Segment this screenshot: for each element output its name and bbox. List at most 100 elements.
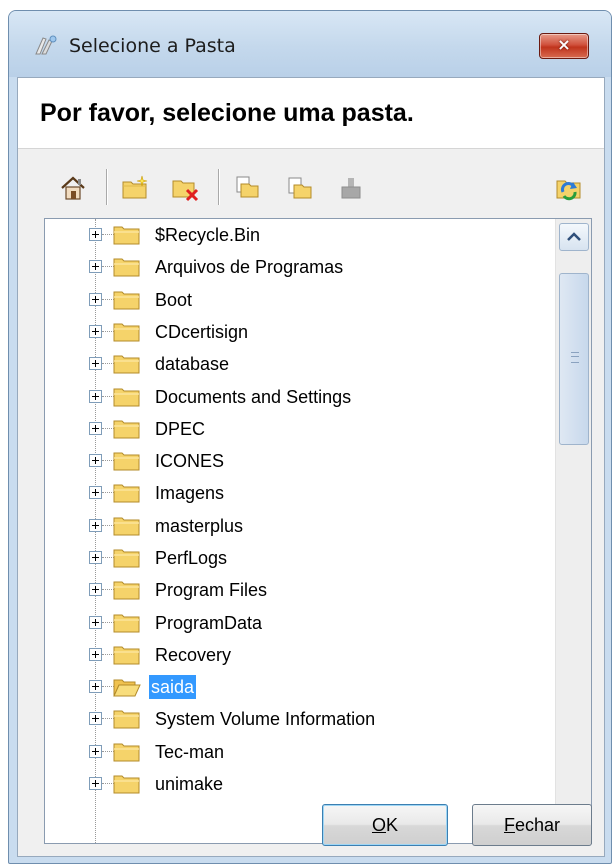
dialog-content: Por favor, selecione uma pasta. $Recycle… [17,77,605,857]
chevron-up-icon [567,232,581,241]
expand-icon[interactable] [89,583,102,596]
tree-item-label: Recovery [155,645,232,665]
scroll-thumb[interactable] [559,273,589,445]
folder-icon [113,775,140,794]
folder-icon [113,388,140,407]
tree-item[interactable]: saida [45,671,555,703]
folder-icon [113,710,140,729]
expand-icon[interactable] [89,648,102,661]
folder-icon [113,291,140,310]
tree-item-label: PerfLogs [155,548,228,568]
tree-item[interactable]: Tec-man [45,736,555,768]
close-accelerator: F [503,814,515,835]
scroll-up-button[interactable] [559,223,589,251]
ok-accelerator: O [371,814,386,835]
folder-tree[interactable]: $Recycle.Bin Arquivos de Programas Boot CDc… [44,218,592,844]
expand-icon[interactable] [89,486,102,499]
delete-folder-icon[interactable] [170,173,200,203]
expand-icon[interactable] [89,357,102,370]
tree-item[interactable]: ProgramData [45,607,555,639]
home-icon[interactable] [58,173,88,203]
tree-item-label: ProgramData [155,613,263,633]
tree-item-label: Tec-man [155,742,225,762]
tree-item[interactable]: database [45,348,555,380]
tree-item[interactable]: Boot [45,284,555,316]
tree-item-label: masterplus [155,516,244,536]
folder-icon [113,226,140,245]
disk-icon[interactable] [336,173,366,203]
tree-item[interactable]: Documents and Settings [45,381,555,413]
folder-icon [113,323,140,342]
expand-icon[interactable] [89,616,102,629]
tree-item[interactable]: DPEC [45,413,555,445]
tree-item[interactable]: Program Files [45,574,555,606]
expand-icon[interactable] [89,422,102,435]
tree-item[interactable]: ICONES [45,445,555,477]
tree-item-label: Documents and Settings [155,387,352,407]
copy-icon[interactable] [232,173,262,203]
prompt-text: Por favor, selecione uma pasta. [40,99,414,127]
tree-item[interactable]: PerfLogs [45,542,555,574]
tree-item[interactable]: $Recycle.Bin [45,219,555,251]
tree-item-label: Boot [155,290,193,310]
close-window-button[interactable]: × [539,33,589,59]
refresh-icon[interactable] [554,173,584,203]
tree-item-label: CDcertisign [155,322,249,342]
tree-item-label: Arquivos de Programas [155,257,344,277]
expand-icon[interactable] [89,293,102,306]
expand-icon[interactable] [89,680,102,693]
folder-icon [113,581,140,600]
folder-icon [113,484,140,503]
close-icon: × [557,35,571,54]
folder-tree-list: $Recycle.Bin Arquivos de Programas Boot CDc… [45,219,555,843]
toolbar [18,149,604,221]
expand-icon[interactable] [89,745,102,758]
title-bar[interactable]: Selecione a Pasta × [9,11,611,77]
expand-icon[interactable] [89,777,102,790]
tree-item[interactable]: Recovery [45,639,555,671]
tree-item[interactable]: CDcertisign [45,316,555,348]
new-folder-icon[interactable] [120,173,150,203]
scroll-grip [571,352,579,363]
vertical-scrollbar[interactable] [555,219,591,843]
folder-icon [113,452,140,471]
folder-icon [113,646,140,665]
folder-icon [113,614,140,633]
tree-item[interactable]: unimake [45,768,555,800]
tree-item-label: ICONES [155,451,225,471]
close-button[interactable]: Fechar [472,804,592,846]
expand-icon[interactable] [89,390,102,403]
tree-item-label: DPEC [155,419,206,439]
tree-item[interactable]: Imagens [45,477,555,509]
expand-icon[interactable] [89,712,102,725]
expand-icon[interactable] [89,519,102,532]
ok-button[interactable]: OK [322,804,448,846]
paste-icon[interactable] [284,173,314,203]
toolbar-separator [106,169,108,205]
expand-icon[interactable] [89,260,102,273]
open-folder-icon [113,679,141,697]
tree-item[interactable]: masterplus [45,510,555,542]
expand-icon[interactable] [89,325,102,338]
folder-icon [113,355,140,374]
tree-item[interactable]: System Volume Information [45,703,555,735]
folder-icon [113,258,140,277]
tree-item-label: saida [149,675,197,699]
folder-icon [113,743,140,762]
tree-item-label: Program Files [155,580,268,600]
tree-item-label: database [155,354,230,374]
window-title: Selecione a Pasta [69,35,236,57]
folder-picker-dialog: Selecione a Pasta × Por favor, selecione… [8,10,612,864]
tree-item[interactable]: Arquivos de Programas [45,251,555,283]
expand-icon[interactable] [89,228,102,241]
ok-label: K [386,814,399,835]
tree-item-label: Imagens [155,483,225,503]
folder-icon [113,549,140,568]
app-icon [35,35,57,55]
tree-item-label: unimake [155,774,224,794]
expand-icon[interactable] [89,551,102,564]
folder-icon [113,517,140,536]
expand-icon[interactable] [89,454,102,467]
tree-item-label: $Recycle.Bin [155,225,261,245]
dialog-header: Por favor, selecione uma pasta. [18,78,604,149]
